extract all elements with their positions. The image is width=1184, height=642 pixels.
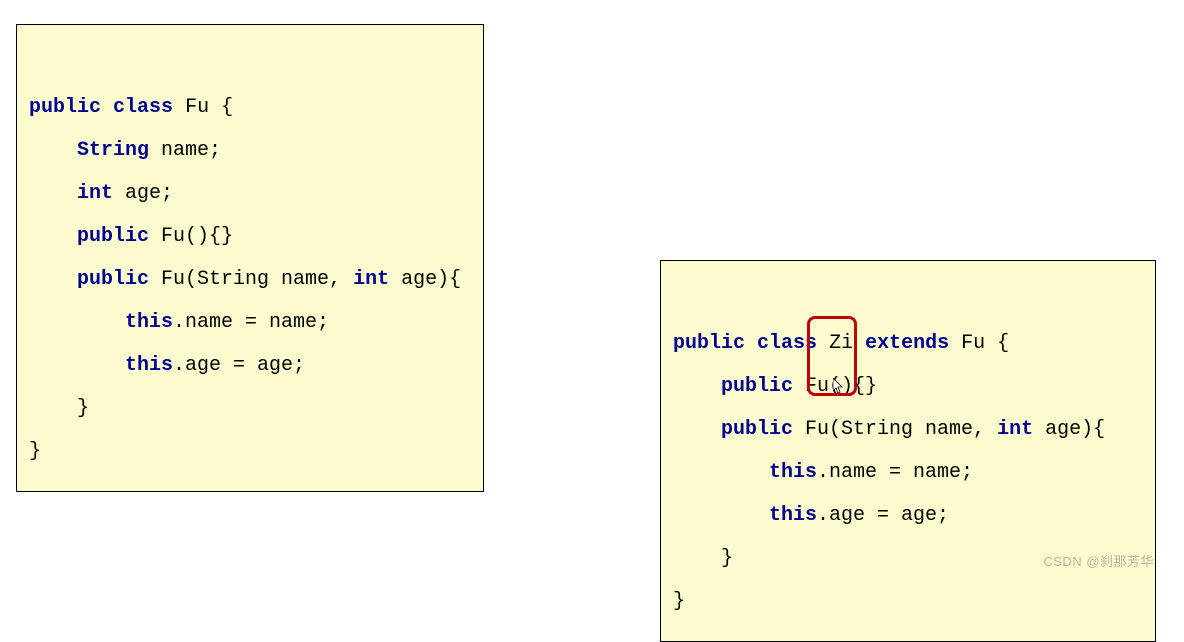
class-name: Fu <box>185 96 209 119</box>
keyword-this: this <box>125 354 173 377</box>
keyword-this: this <box>125 311 173 334</box>
keyword-public: public <box>721 375 793 398</box>
constructor-args-end: age){ <box>389 268 461 291</box>
class-name: Zi <box>829 332 853 355</box>
constructor-noarg: Fu(){} <box>793 375 877 398</box>
parent-name: Fu <box>961 332 985 355</box>
indent <box>29 225 77 248</box>
brace-close: } <box>29 440 41 463</box>
watermark-text: CSDN @刹那芳华 <box>1043 551 1154 570</box>
indent <box>673 418 721 441</box>
indent <box>29 268 77 291</box>
indent <box>29 182 77 205</box>
constructor-noarg: Fu(){} <box>149 225 233 248</box>
keyword-public: public <box>673 332 745 355</box>
brace-close: } <box>673 590 685 613</box>
keyword-class: class <box>757 332 817 355</box>
field-age: age; <box>125 182 173 205</box>
indent <box>29 311 125 334</box>
keyword-public: public <box>721 418 793 441</box>
assign-age: .age = age; <box>173 354 305 377</box>
indent <box>29 397 77 420</box>
indent <box>29 354 125 377</box>
keyword-class: class <box>113 96 173 119</box>
indent <box>673 547 721 570</box>
indent <box>673 461 769 484</box>
keyword-extends: extends <box>865 332 949 355</box>
type-int: int <box>997 418 1033 441</box>
code-block-zi: public class Zi extends Fu { public Fu()… <box>660 260 1156 642</box>
constructor-args: Fu(String name, <box>793 418 997 441</box>
brace-close: } <box>77 397 89 420</box>
keyword-this: this <box>769 461 817 484</box>
type-int: int <box>77 182 125 205</box>
indent <box>673 375 721 398</box>
brace-open: { <box>209 96 233 119</box>
indent <box>29 139 77 162</box>
type-int: int <box>353 268 389 291</box>
keyword-public: public <box>77 268 149 291</box>
constructor-args-end: age){ <box>1033 418 1105 441</box>
keyword-public: public <box>77 225 149 248</box>
assign-age: .age = age; <box>817 504 949 527</box>
keyword-this: this <box>769 504 817 527</box>
keyword-public: public <box>29 96 101 119</box>
field-name: name; <box>161 139 221 162</box>
indent <box>673 504 769 527</box>
brace-close: } <box>721 547 733 570</box>
code-block-fu: public class Fu { String name; int age; … <box>16 24 484 492</box>
type-string: String <box>77 139 161 162</box>
constructor-args: Fu(String name, <box>149 268 353 291</box>
assign-name: .name = name; <box>817 461 973 484</box>
brace-open: { <box>985 332 1009 355</box>
assign-name: .name = name; <box>173 311 329 334</box>
